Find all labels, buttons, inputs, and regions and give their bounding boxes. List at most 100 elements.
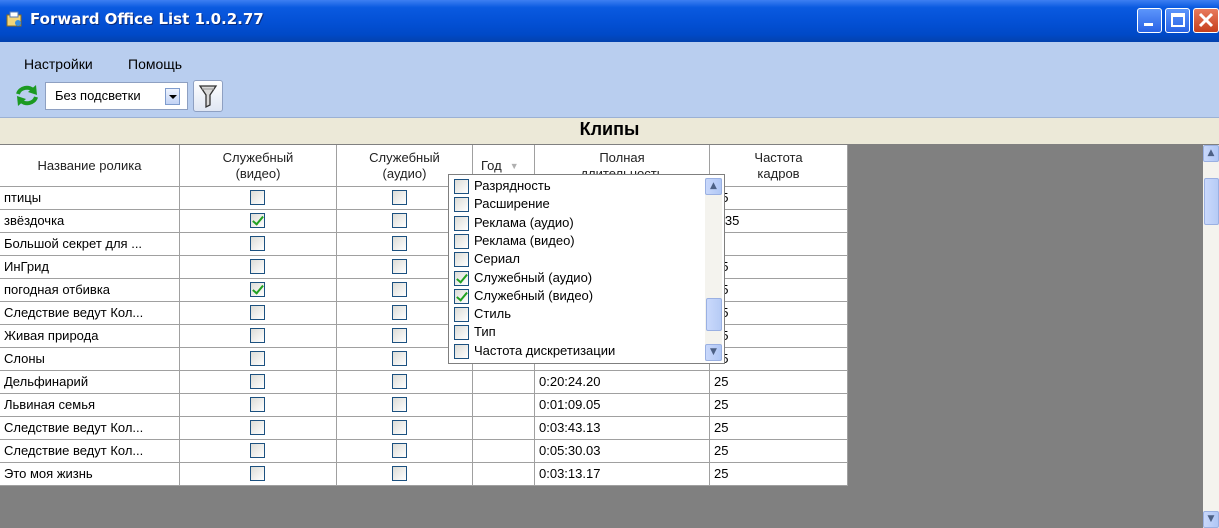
cell-svc-video[interactable]	[180, 440, 337, 463]
cell-duration[interactable]: 0:05:30.03	[535, 440, 710, 463]
cell-name[interactable]: Следствие ведут Кол...	[0, 302, 180, 325]
cell-svc-video[interactable]	[180, 417, 337, 440]
checkbox-svc-audio[interactable]	[392, 443, 407, 458]
checkbox-svc-audio[interactable]	[392, 282, 407, 297]
column-chooser-checkbox[interactable]	[454, 270, 469, 286]
cell-name[interactable]: Львиная семья	[0, 394, 180, 417]
cell-name[interactable]: птицы	[0, 187, 180, 210]
popup-scroll-up-button[interactable]: ▲	[705, 178, 722, 195]
checkbox-svc-video[interactable]	[250, 328, 265, 343]
cell-fps[interactable]: 25	[710, 394, 848, 417]
popup-scroll-thumb[interactable]	[706, 298, 722, 331]
cell-name[interactable]: Это моя жизнь	[0, 463, 180, 486]
column-header-fps[interactable]: Частота кадров	[710, 145, 848, 187]
checkbox-svc-audio[interactable]	[392, 259, 407, 274]
menu-item-help[interactable]: Помощь	[128, 56, 182, 72]
cell-name[interactable]: Живая природа	[0, 325, 180, 348]
scroll-down-button[interactable]: ▼	[1203, 511, 1219, 528]
column-chooser-checkbox[interactable]	[454, 325, 469, 341]
cell-year[interactable]	[473, 417, 535, 440]
checkbox-svc-video[interactable]	[250, 443, 265, 458]
cell-fps[interactable]: 25	[710, 417, 848, 440]
cell-duration[interactable]: 0:01:09.05	[535, 394, 710, 417]
cell-fps[interactable]: 25	[710, 371, 848, 394]
cell-fps[interactable]: 25	[710, 463, 848, 486]
checkbox-svc-video[interactable]	[250, 259, 265, 274]
minimize-button[interactable]	[1137, 8, 1162, 33]
cell-name[interactable]: ИнГрид	[0, 256, 180, 279]
checkbox-svc-audio[interactable]	[392, 397, 407, 412]
cell-name[interactable]: Большой секрет для ...	[0, 233, 180, 256]
cell-year[interactable]	[473, 440, 535, 463]
cell-svc-audio[interactable]	[337, 417, 473, 440]
refresh-icon[interactable]	[12, 82, 42, 109]
cell-fps[interactable]: 25	[710, 325, 848, 348]
cell-year[interactable]	[473, 371, 535, 394]
cell-duration[interactable]: 0:03:13.17	[535, 463, 710, 486]
checkbox-svc-audio[interactable]	[392, 213, 407, 228]
cell-name[interactable]: Следствие ведут Кол...	[0, 417, 180, 440]
cell-fps[interactable]: 25	[710, 256, 848, 279]
popup-scroll-down-button[interactable]: ▼	[705, 344, 722, 361]
cell-svc-audio[interactable]	[337, 371, 473, 394]
checkbox-svc-audio[interactable]	[392, 420, 407, 435]
scroll-thumb[interactable]	[1204, 178, 1219, 225]
cell-svc-audio[interactable]	[337, 394, 473, 417]
cell-fps[interactable]: 25	[710, 302, 848, 325]
cell-year[interactable]	[473, 394, 535, 417]
cell-fps[interactable]: 25	[710, 440, 848, 463]
column-header-svc-video[interactable]: Служебный (видео)	[180, 145, 337, 187]
cell-svc-video[interactable]	[180, 325, 337, 348]
cell-svc-video[interactable]	[180, 233, 337, 256]
cell-svc-video[interactable]	[180, 394, 337, 417]
column-chooser-checkbox[interactable]	[454, 343, 469, 359]
column-chooser-checkbox[interactable]	[454, 252, 469, 268]
cell-name[interactable]: Дельфинарий	[0, 371, 180, 394]
cell-svc-video[interactable]	[180, 256, 337, 279]
cell-fps[interactable]: 2,35	[710, 210, 848, 233]
checkbox-svc-audio[interactable]	[392, 305, 407, 320]
checkbox-svc-video[interactable]	[250, 374, 265, 389]
cell-fps[interactable]: 25	[710, 279, 848, 302]
cell-svc-video[interactable]	[180, 348, 337, 371]
cell-duration[interactable]: 0:20:24.20	[535, 371, 710, 394]
checkbox-svc-video[interactable]	[250, 420, 265, 435]
checkbox-svc-video[interactable]	[250, 190, 265, 205]
filter-button[interactable]	[193, 80, 223, 112]
checkbox-svc-video[interactable]	[250, 282, 265, 297]
scroll-up-button[interactable]: ▲	[1203, 145, 1219, 162]
cell-svc-audio[interactable]	[337, 463, 473, 486]
column-chooser-scrollbar[interactable]	[705, 178, 722, 361]
cell-fps[interactable]: 25	[710, 187, 848, 210]
checkbox-svc-video[interactable]	[250, 466, 265, 481]
checkbox-svc-video[interactable]	[250, 213, 265, 228]
column-chooser-checkbox[interactable]	[454, 179, 469, 194]
cell-svc-video[interactable]	[180, 463, 337, 486]
cell-svc-video[interactable]	[180, 371, 337, 394]
checkbox-svc-audio[interactable]	[392, 328, 407, 343]
cell-name[interactable]: Слоны	[0, 348, 180, 371]
column-chooser-checkbox[interactable]	[454, 307, 469, 323]
checkbox-svc-audio[interactable]	[392, 374, 407, 389]
cell-svc-video[interactable]	[180, 210, 337, 233]
checkbox-svc-audio[interactable]	[392, 236, 407, 251]
cell-svc-video[interactable]	[180, 187, 337, 210]
close-button[interactable]	[1193, 8, 1219, 33]
cell-name[interactable]: погодная отбивка	[0, 279, 180, 302]
checkbox-svc-audio[interactable]	[392, 466, 407, 481]
cell-fps[interactable]: 4	[710, 233, 848, 256]
cell-year[interactable]	[473, 463, 535, 486]
checkbox-svc-video[interactable]	[250, 305, 265, 320]
menu-item-settings[interactable]: Настройки	[24, 56, 93, 72]
cell-name[interactable]: Следствие ведут Кол...	[0, 440, 180, 463]
column-chooser-checkbox[interactable]	[454, 233, 469, 249]
maximize-button[interactable]	[1165, 8, 1190, 33]
cell-fps[interactable]: 25	[710, 348, 848, 371]
checkbox-svc-video[interactable]	[250, 351, 265, 366]
column-header-name[interactable]: Название ролика	[0, 145, 180, 187]
checkbox-svc-video[interactable]	[250, 236, 265, 251]
column-chooser-checkbox[interactable]	[454, 197, 469, 213]
column-chooser-checkbox[interactable]	[454, 288, 469, 304]
checkbox-svc-video[interactable]	[250, 397, 265, 412]
cell-name[interactable]: звёздочка	[0, 210, 180, 233]
